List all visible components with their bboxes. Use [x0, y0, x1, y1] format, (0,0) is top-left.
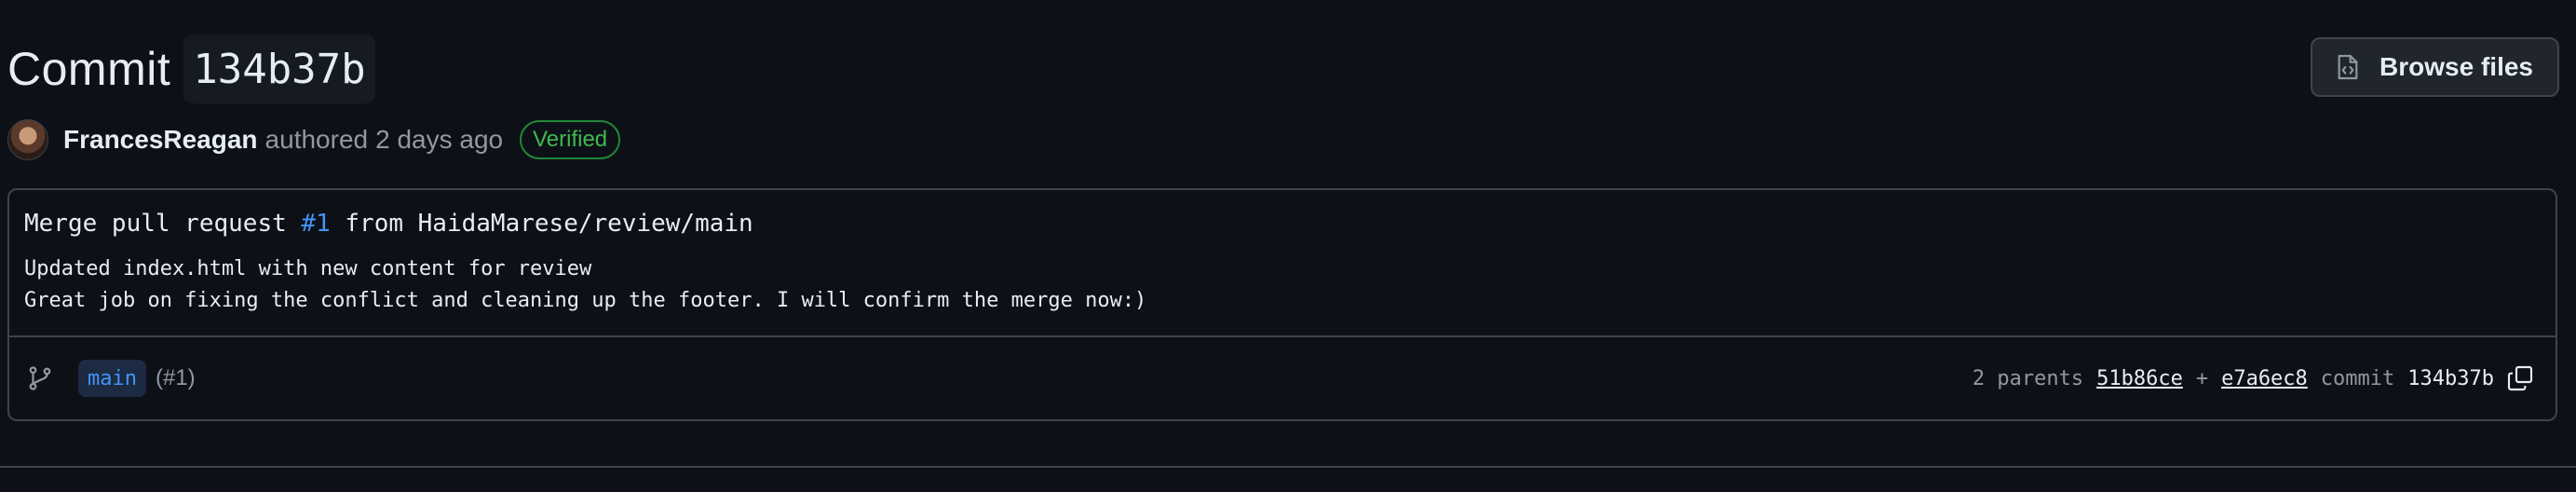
commit-sha: 134b37b: [2407, 366, 2494, 390]
title-commit-sha: 134b37b: [183, 34, 375, 103]
commit-description: Updated index.html with new content for …: [24, 253, 2556, 317]
parent-sha-link[interactable]: 51b86ce: [2096, 367, 2183, 390]
section-divider: [0, 466, 2576, 468]
pull-request-link[interactable]: #1: [301, 210, 330, 238]
copy-icon[interactable]: [2505, 363, 2535, 393]
branch-link[interactable]: main: [78, 360, 146, 397]
author-name-link[interactable]: FrancesReagan: [63, 125, 258, 155]
verified-badge[interactable]: Verified: [520, 120, 621, 159]
code-file-icon: [2333, 52, 2363, 82]
commit-description-line: Great job on fixing the conflict and cle…: [24, 289, 1147, 312]
commit-details-box: Merge pull request #1 from HaidaMarese/r…: [7, 188, 2557, 421]
commit-footer: main (#1) 2 parents 51b86ce + e7a6ec8 co…: [9, 337, 2556, 419]
commit-title-prefix: Merge pull request: [24, 210, 302, 238]
browse-files-label: Browse files: [2379, 52, 2533, 81]
commit-parents: 2 parents 51b86ce + e7a6ec8 commit 134b3…: [1973, 337, 2535, 419]
avatar[interactable]: [7, 119, 48, 160]
page-title: Commit 134b37b: [7, 34, 375, 104]
parent-sha-link[interactable]: e7a6ec8: [2221, 367, 2308, 390]
browse-files-button[interactable]: Browse files: [2311, 37, 2559, 97]
authored-text: authored: [264, 125, 369, 154]
title-word: Commit: [7, 43, 171, 95]
commit-title: Merge pull request #1 from HaidaMarese/r…: [24, 205, 2556, 242]
parents-label: 2 parents: [1972, 366, 2084, 390]
author-row: FrancesReagan authored 2 days ago Verifi…: [7, 119, 621, 160]
parents-plus: +: [2195, 366, 2209, 390]
commit-description-line: Updated index.html with new content for …: [24, 257, 592, 280]
commit-title-suffix: from HaidaMarese/review/main: [330, 210, 753, 238]
authored-time[interactable]: 2 days ago: [375, 125, 503, 155]
git-branch-icon: [26, 364, 54, 392]
commit-message: Merge pull request #1 from HaidaMarese/r…: [9, 190, 2556, 337]
commit-page: Commit 134b37b Browse files FrancesReaga…: [0, 0, 2576, 492]
commit-label: commit: [2320, 366, 2395, 390]
branch-pr-ref[interactable]: (#1): [156, 365, 196, 391]
